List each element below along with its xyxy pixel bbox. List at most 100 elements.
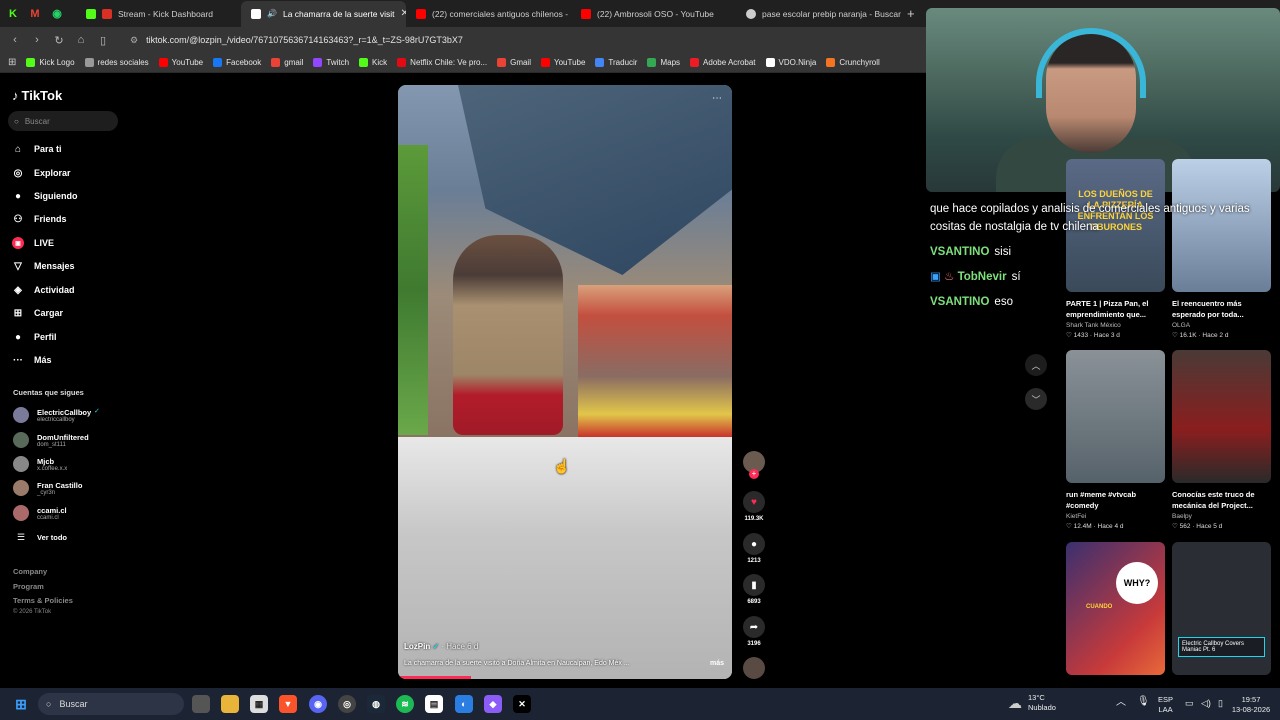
sidebar-item-5[interactable]: ▣ LIVE <box>12 237 54 249</box>
tab-youtube-comerciales[interactable]: (22) comerciales antiguos chilenos - <box>406 1 571 27</box>
sidebar-item-4[interactable]: ⚇ Friends <box>12 213 67 225</box>
recommended-video-card[interactable]: run #meme #vtvcab #comedy KietFei ♡ 12.4M … <box>1066 350 1166 530</box>
follow-plus-icon[interactable]: + <box>749 469 759 479</box>
tab-kick-dashboard[interactable]: Stream - Kick Dashboard <box>76 1 241 27</box>
app-icon[interactable]: ▤ <box>425 695 443 713</box>
chat-username[interactable]: TobNevir <box>958 271 1007 283</box>
chat-username[interactable]: VSANTINO <box>930 246 989 258</box>
store-icon[interactable]: ▦ <box>250 695 268 713</box>
followed-account[interactable]: ElectricCallboy electriccallboy ✓ <box>13 407 100 423</box>
discord-icon[interactable]: ◉ <box>309 695 327 713</box>
next-video-button[interactable]: ﹀ <box>1025 388 1047 410</box>
previous-video-button[interactable]: ︿ <box>1025 354 1047 376</box>
bookmark-item[interactable]: Gmail <box>497 58 531 67</box>
bookmark-item[interactable]: Adobe Acrobat <box>690 58 756 67</box>
forward-icon[interactable]: › <box>28 31 46 49</box>
share-button[interactable]: ➦ 3196 <box>742 616 766 647</box>
spotify-icon[interactable]: ≋ <box>396 695 414 713</box>
gmail-icon[interactable]: M <box>24 4 46 24</box>
kick-icon[interactable]: K <box>2 4 24 24</box>
bookmark-item[interactable]: Kick <box>359 58 387 67</box>
bookmark-item[interactable]: Netflix Chile: Ve pro... <box>397 58 487 67</box>
footer-link[interactable]: Program <box>13 582 44 591</box>
new-tab-button[interactable]: + <box>907 6 915 21</box>
live-icon: ▣ <box>12 237 24 249</box>
windows-start-icon[interactable]: ⊞ <box>12 695 30 713</box>
comment-button[interactable]: ● 1213 <box>742 533 766 564</box>
battery-icon[interactable]: ▯ <box>1218 698 1223 708</box>
weather-widget[interactable]: ☁ 13°C Nublado <box>1008 693 1056 713</box>
clock[interactable]: 19:57 13-08-2026 <box>1225 695 1277 715</box>
steam-icon[interactable]: ◍ <box>367 695 385 713</box>
app-icon-blue[interactable]: ◐ <box>455 695 473 713</box>
bookmark-icon[interactable]: ▯ <box>94 31 112 49</box>
terminal-icon[interactable]: ✕ <box>513 695 531 713</box>
recommended-video-card[interactable]: Conocías este truco de mecánica del Proj… <box>1172 350 1272 530</box>
video-author[interactable]: LozPin ✓ · Hace 6 d <box>404 642 478 651</box>
bookmark-item[interactable]: Maps <box>647 58 680 67</box>
microphone-icon[interactable]: 🎙 <box>1137 697 1150 707</box>
tray-chevron-up-icon[interactable]: ︿ <box>1116 698 1126 708</box>
apps-icon[interactable]: ⊞ <box>8 57 16 68</box>
avatar <box>13 480 29 496</box>
sidebar-item-7[interactable]: ◈ Actividad <box>12 284 74 296</box>
like-button[interactable]: ♥ 119.3K <box>742 491 766 522</box>
sidebar-item-9[interactable]: ● Perfil <box>12 331 57 343</box>
video-menu-icon[interactable]: ⋯ <box>712 93 722 104</box>
video-thumbnail: Electric Callboy Covers Maniac Pt. 6 <box>1172 542 1271 675</box>
recommended-video-card[interactable]: Electric Callboy Covers Maniac Pt. 6 <box>1172 542 1272 675</box>
sidebar-item-1[interactable]: ⌂ Para ti <box>12 143 62 155</box>
task-view-icon[interactable] <box>192 695 210 713</box>
sidebar-item-6[interactable]: ▽ Mensajes <box>12 260 74 272</box>
sidebar-item-8[interactable]: ⊞ Cargar <box>12 307 63 319</box>
obs-icon[interactable]: ◎ <box>338 695 356 713</box>
taskbar-search[interactable]: ○ Buscar <box>38 693 184 715</box>
bookmark-item[interactable]: Kick Logo <box>26 58 75 67</box>
bookmark-item[interactable]: Facebook <box>213 58 261 67</box>
sound-avatar[interactable] <box>742 657 766 679</box>
audio-icon[interactable]: 🔊 <box>267 9 277 18</box>
creator-avatar[interactable]: + <box>742 451 766 479</box>
whatsapp-icon[interactable]: ◉ <box>46 4 68 24</box>
sidebar-item-10[interactable]: ··· Más <box>12 354 52 366</box>
followed-account[interactable]: ccami.cl ccami.cl <box>13 505 67 521</box>
tab-google-search[interactable]: pase escolar prebip naranja - Buscar <box>736 1 901 27</box>
bookmark-item[interactable]: gmail <box>271 58 303 67</box>
followed-account[interactable]: DomUnfiltered dom_st111 <box>13 432 89 448</box>
bookmark-item[interactable]: YouTube <box>540 58 585 67</box>
file-explorer-icon[interactable] <box>221 695 239 713</box>
footer-link[interactable]: Company <box>13 567 47 576</box>
bookmark-item[interactable]: Twitch <box>313 58 349 67</box>
sidebar-item-3[interactable]: ● Siguiendo <box>12 190 78 202</box>
followed-account[interactable]: Mjcb x.coffee.x.x <box>13 456 67 472</box>
more-button[interactable]: más <box>710 660 724 667</box>
app-icon-purple[interactable]: ◆ <box>484 695 502 713</box>
sidebar-item-label: Para ti <box>34 144 62 154</box>
tab-tiktok-video[interactable]: 🔊 La chamarra de la suerte visit ✕ <box>241 0 406 27</box>
bookmark-item[interactable]: redes sociales <box>84 58 149 67</box>
followed-account[interactable]: Fran Castillo _cyr3n <box>13 480 82 496</box>
brave-icon[interactable]: ▼ <box>279 695 297 713</box>
home-icon[interactable]: ⌂ <box>72 31 90 49</box>
language-indicator[interactable]: ESP LAA <box>1158 695 1173 715</box>
chat-username[interactable]: VSANTINO <box>930 296 989 308</box>
reload-icon[interactable]: ↻ <box>50 31 68 49</box>
video-progress-bar[interactable] <box>398 676 472 679</box>
back-icon[interactable]: ‹ <box>6 31 24 49</box>
recommended-video-card[interactable]: WHY? CUANDO <box>1066 542 1166 675</box>
save-button[interactable]: ▮ 6893 <box>742 574 766 605</box>
video-player[interactable]: ⋯ LozPin ✓ · Hace 6 d La chamarra de la … <box>398 85 732 679</box>
bookmark-item[interactable]: Traducir <box>595 58 637 67</box>
bookmark-item[interactable]: YouTube <box>158 58 203 67</box>
search-input[interactable]: ○ Buscar <box>8 111 118 131</box>
tab-youtube-ambrosoli[interactable]: (22) Ambrosoli OSO - YouTube <box>571 1 736 27</box>
see-all-button[interactable]: ☰ Ver todo <box>13 532 67 543</box>
sidebar-item-2[interactable]: ◎ Explorar <box>12 167 71 179</box>
site-info-icon[interactable]: ⚙ <box>130 35 138 46</box>
volume-icon[interactable]: ◁) <box>1201 698 1211 708</box>
footer-link[interactable]: Terms & Policies <box>13 596 73 605</box>
bookmark-item[interactable]: VDO.Ninja <box>765 58 816 67</box>
bookmark-item[interactable]: Crunchyroll <box>826 58 880 67</box>
tiktok-logo[interactable]: ♪ TikTok <box>12 88 62 103</box>
network-icon[interactable]: ▭ <box>1185 698 1194 708</box>
